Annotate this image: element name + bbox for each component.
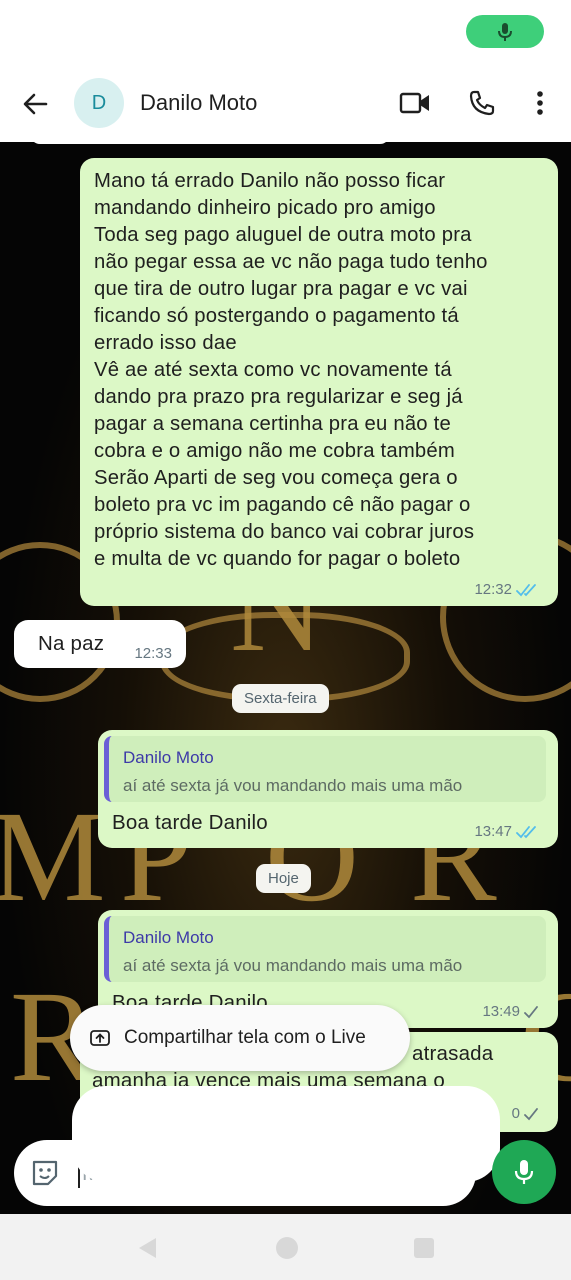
message-text: Boa tarde Danilo (112, 811, 268, 834)
nav-home-icon[interactable] (275, 1236, 299, 1260)
quoted-author: Danilo Moto (123, 748, 214, 767)
quoted-author: Danilo Moto (123, 928, 214, 947)
video-call-button[interactable] (398, 86, 432, 120)
outgoing-message[interactable]: Mano tá errado Danilo não posso ficar ma… (80, 158, 558, 606)
message-time: 0 (511, 1105, 520, 1122)
quoted-message[interactable]: Danilo Moto aí até sexta já vou mandando… (104, 916, 546, 982)
message-meta: 12:32 (474, 581, 538, 598)
outgoing-reply-message[interactable]: Danilo Moto aí até sexta já vou mandando… (98, 730, 558, 848)
share-screen-label: Compartilhar tela com o Live (124, 1027, 366, 1048)
share-screen-live-chip[interactable]: Compartilhar tela com o Live (70, 1005, 410, 1071)
video-camera-icon (399, 92, 429, 114)
voice-call-button[interactable] (465, 86, 499, 120)
sticker-icon[interactable] (30, 1158, 60, 1188)
quoted-text: aí até sexta já vou mandando mais uma mã… (123, 956, 463, 975)
voice-message-button[interactable] (492, 1140, 556, 1204)
back-button[interactable] (20, 89, 50, 119)
message-text: Mano tá errado Danilo não posso ficar ma… (94, 170, 488, 570)
chat-header: D Danilo Moto (0, 64, 571, 142)
more-vertical-icon (537, 91, 543, 115)
quoted-message[interactable]: Danilo Moto aí até sexta já vou mandando… (104, 736, 546, 802)
message-time: 13:47 (474, 823, 512, 840)
single-check-icon (524, 1107, 538, 1120)
message-meta: 0 (512, 1105, 538, 1122)
more-options-button[interactable] (523, 86, 557, 120)
date-separator: Sexta-feira (232, 684, 329, 713)
date-separator: Hoje (256, 864, 311, 893)
message-text: atrasada (412, 1042, 494, 1065)
wallpaper-letter: M (0, 785, 106, 929)
message-text: Na paz (38, 632, 105, 655)
share-screen-icon (90, 1030, 110, 1046)
double-check-read-icon (516, 825, 536, 838)
incoming-message[interactable]: Na paz 12:33 (14, 620, 186, 668)
message-time: 12:33 (134, 645, 172, 662)
phone-icon (469, 90, 495, 116)
message-time: 13:49 (482, 1003, 520, 1020)
avatar[interactable]: D (74, 78, 124, 128)
double-check-read-icon (516, 583, 536, 596)
system-navigation-bar (0, 1214, 571, 1280)
microphone-icon (514, 1160, 534, 1184)
nav-back-icon[interactable] (136, 1236, 158, 1260)
previous-bubble-edge (30, 142, 390, 144)
status-bar (0, 0, 571, 64)
microphone-icon (498, 22, 512, 41)
contact-name[interactable]: Danilo Moto (140, 90, 257, 116)
single-check-icon (524, 1005, 538, 1018)
mic-active-indicator[interactable] (466, 15, 544, 48)
quoted-text: aí até sexta já vou mandando mais uma mã… (123, 776, 463, 795)
message-meta: 13:47 (474, 823, 538, 840)
message-time: 12:32 (474, 581, 512, 598)
arrow-left-icon (23, 93, 48, 115)
blank-overlay (72, 1086, 500, 1182)
nav-recents-icon[interactable] (413, 1237, 435, 1259)
message-meta: 13:49 (482, 1003, 538, 1020)
